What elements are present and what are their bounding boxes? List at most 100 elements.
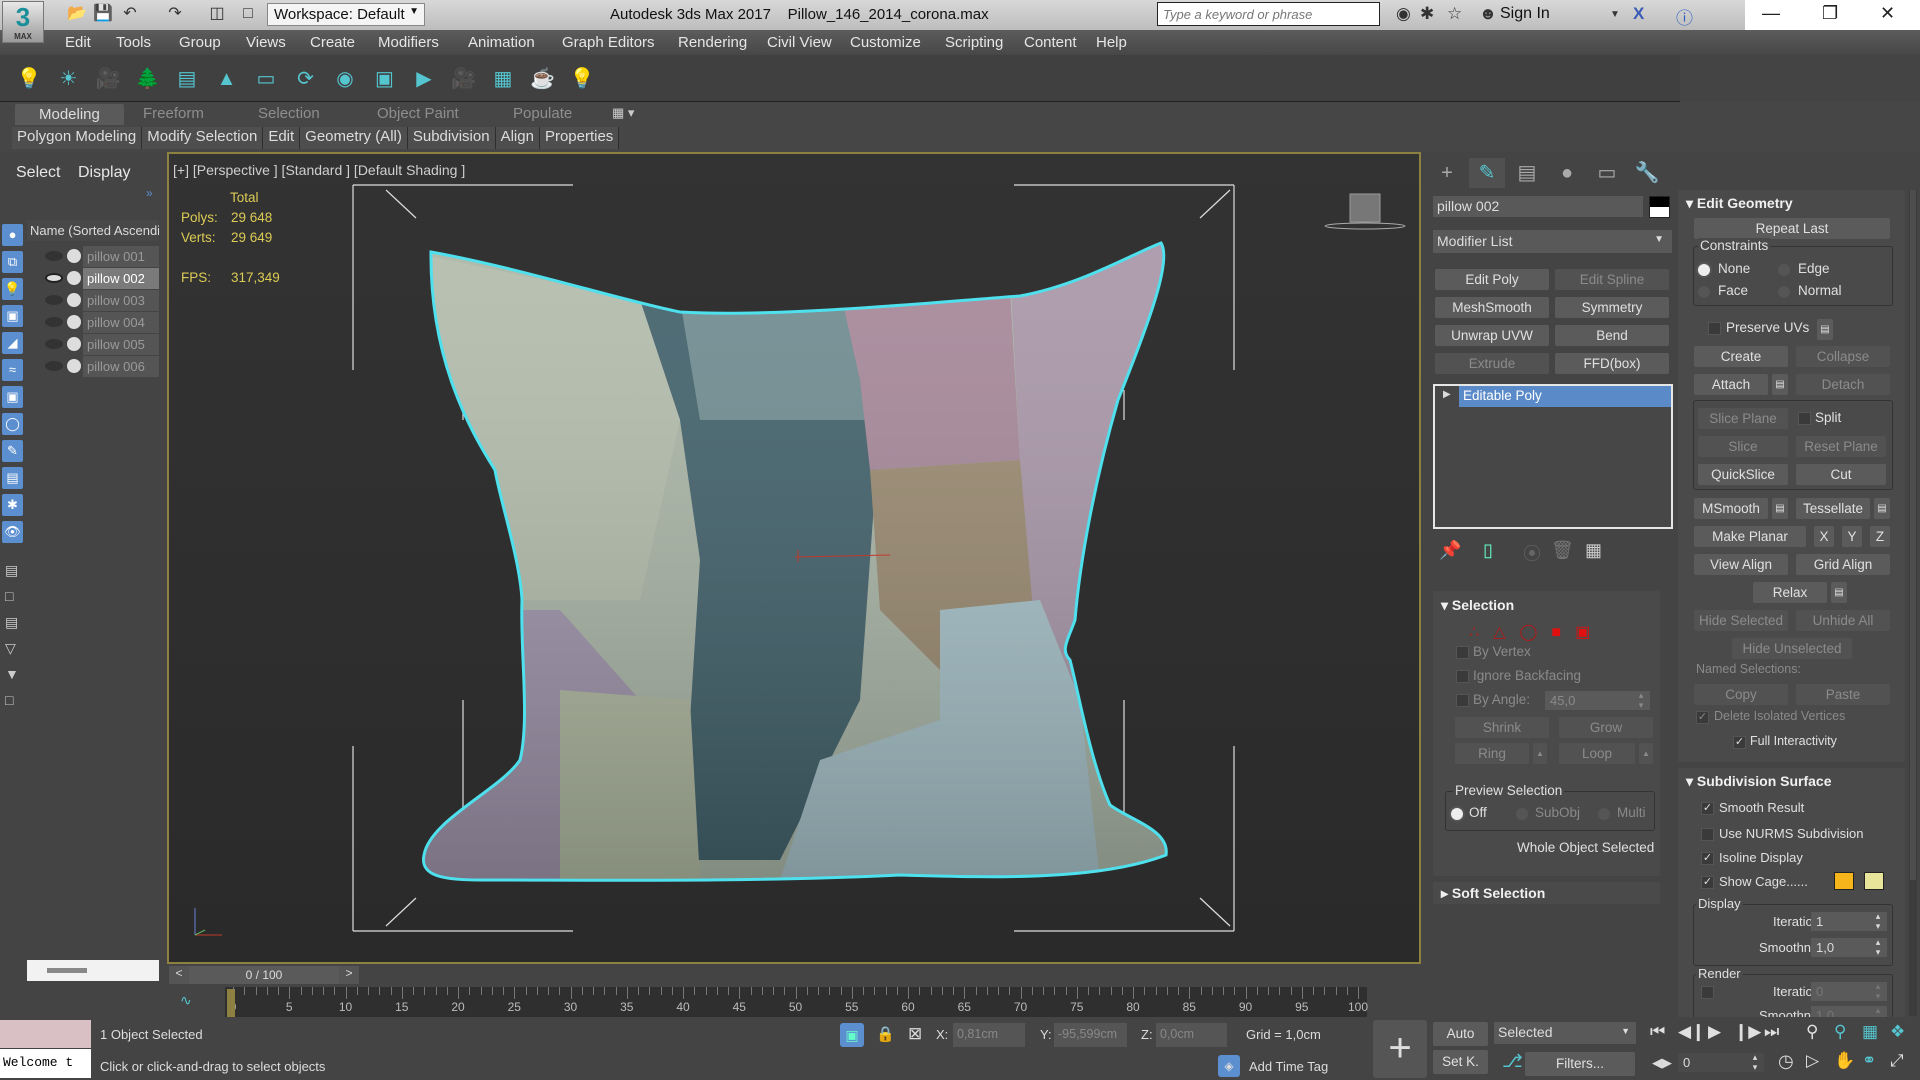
ribbon-tab-selection[interactable]: Selection bbox=[258, 105, 320, 122]
new-file-icon[interactable]: □ bbox=[238, 4, 258, 24]
zoom-extents-all-icon[interactable]: ❖ bbox=[1890, 1022, 1905, 1042]
pin-stack-icon[interactable]: 📌 bbox=[1439, 540, 1461, 561]
ribbon-panel-edit[interactable]: Edit bbox=[263, 127, 301, 149]
expand-arrow-icon[interactable]: ▶ bbox=[1443, 389, 1451, 400]
foliage-icon[interactable]: 🌲 bbox=[135, 66, 161, 92]
isolate-selection-icon[interactable]: ▣ bbox=[840, 1023, 864, 1047]
relax-button[interactable]: Relax bbox=[1753, 582, 1827, 603]
view-align-button[interactable]: View Align bbox=[1694, 554, 1788, 575]
menu-group[interactable]: Group bbox=[179, 34, 221, 51]
make-planar-y-button[interactable]: Y bbox=[1842, 526, 1862, 547]
copy-button[interactable]: Copy bbox=[1694, 684, 1788, 705]
open-icon[interactable]: 📂 bbox=[67, 4, 87, 24]
unhide-all-button[interactable]: Unhide All bbox=[1796, 610, 1890, 631]
object-color-swatch[interactable] bbox=[1649, 196, 1670, 218]
quickslice-button[interactable]: QuickSlice bbox=[1698, 464, 1788, 485]
time-config-icon[interactable]: ◷ bbox=[1778, 1051, 1794, 1072]
next-frame-button[interactable]: > bbox=[339, 966, 359, 984]
spacewarps-filter-icon[interactable]: ≈ bbox=[2, 359, 23, 381]
freeze-toggle-icon[interactable] bbox=[67, 293, 81, 307]
selection-set-dropdown[interactable]: Selected ▼ bbox=[1494, 1022, 1636, 1044]
set-key-button[interactable]: Set K. bbox=[1433, 1050, 1488, 1074]
modifier-button-unwrap-uvw[interactable]: Unwrap UVW bbox=[1435, 325, 1549, 346]
object-name-field[interactable]: pillow 002 bbox=[1433, 196, 1643, 217]
delete-isolated-checkbox[interactable]: ✓ bbox=[1696, 711, 1709, 724]
hide-unselected-button[interactable]: Hide Unselected bbox=[1732, 638, 1852, 659]
ribbon-panel-properties[interactable]: Properties bbox=[539, 127, 620, 149]
field-of-view-icon[interactable]: ▷ bbox=[1806, 1051, 1819, 1071]
auto-key-button[interactable]: Auto bbox=[1433, 1022, 1488, 1046]
menu-content[interactable]: Content bbox=[1024, 34, 1077, 51]
visibility-eye-icon[interactable] bbox=[45, 295, 63, 305]
slice-button[interactable]: Slice bbox=[1698, 436, 1788, 457]
grid-align-button[interactable]: Grid Align bbox=[1796, 554, 1890, 575]
scene-item[interactable]: pillow 001 bbox=[27, 246, 159, 267]
modify-tab-icon[interactable]: ✎ bbox=[1469, 158, 1505, 188]
z-coordinate-field[interactable]: 0,0cm bbox=[1156, 1023, 1227, 1047]
shrink-button[interactable]: Shrink bbox=[1455, 717, 1549, 738]
material-icon[interactable]: ▭ bbox=[253, 66, 279, 92]
msmooth-button[interactable]: MSmooth bbox=[1694, 498, 1768, 519]
panel-icon[interactable]: ▦ bbox=[490, 66, 516, 92]
paste-button[interactable]: Paste bbox=[1796, 684, 1890, 705]
configure-sets-icon[interactable]: ▦ bbox=[1585, 540, 1602, 561]
loop-button[interactable]: Loop bbox=[1559, 743, 1635, 764]
freeze-toggle-icon[interactable] bbox=[67, 249, 81, 263]
make-planar-button[interactable]: Make Planar bbox=[1694, 526, 1806, 547]
render-icon[interactable]: ▶ bbox=[411, 66, 437, 92]
go-to-start-icon[interactable]: ⏮ bbox=[1650, 1022, 1665, 1042]
modifier-list-dropdown[interactable]: Modifier List ▼ bbox=[1433, 230, 1672, 253]
menu-customize[interactable]: Customize bbox=[850, 34, 921, 51]
menu-scripting[interactable]: Scripting bbox=[945, 34, 1003, 51]
scene-item[interactable]: pillow 005 bbox=[27, 334, 159, 355]
ribbon-panel-align[interactable]: Align bbox=[495, 127, 540, 149]
filter-icon[interactable]: ▽ bbox=[5, 640, 16, 657]
table-icon[interactable]: ▤ bbox=[174, 66, 200, 92]
freeze-toggle-icon[interactable] bbox=[67, 271, 81, 285]
modifier-button-meshsmooth[interactable]: MeshSmooth bbox=[1435, 297, 1549, 318]
vertex-icon[interactable]: ∴ bbox=[1469, 624, 1493, 641]
satellite-icon[interactable]: ✱ bbox=[1420, 4, 1434, 24]
chevron-down-icon[interactable]: ▼ bbox=[1610, 9, 1620, 20]
star-icon[interactable]: ☆ bbox=[1447, 4, 1462, 24]
modifier-button-edit-poly[interactable]: Edit Poly bbox=[1435, 269, 1549, 290]
layers-icon[interactable]: □ bbox=[5, 588, 13, 604]
ribbon-tab-populate[interactable]: Populate bbox=[513, 105, 572, 122]
menu-modifiers[interactable]: Modifiers bbox=[378, 34, 439, 51]
utilities-tab-icon[interactable]: 🔧 bbox=[1629, 158, 1665, 188]
cut-button[interactable]: Cut bbox=[1796, 464, 1886, 485]
particles-filter-icon[interactable]: ✱ bbox=[2, 494, 23, 516]
menu-help[interactable]: Help bbox=[1096, 34, 1127, 51]
modifier-button-extrude[interactable]: Extrude bbox=[1435, 353, 1549, 374]
hidden-filter-icon[interactable]: 👁 bbox=[2, 521, 23, 543]
help-icon[interactable]: ⓘ bbox=[1676, 4, 1693, 29]
freeze-toggle-icon[interactable] bbox=[67, 359, 81, 373]
project-icon[interactable]: ◫ bbox=[207, 4, 227, 24]
freeze-toggle-icon[interactable] bbox=[67, 337, 81, 351]
user-icon[interactable]: ☻ bbox=[1479, 4, 1497, 24]
set-key-big-button[interactable]: + bbox=[1373, 1020, 1427, 1078]
border-icon[interactable]: ◯ bbox=[1520, 624, 1552, 641]
detach-button[interactable]: Detach bbox=[1796, 374, 1890, 395]
maxscript-listener-mini[interactable] bbox=[0, 1020, 91, 1048]
pan-icon[interactable]: ✋ bbox=[1834, 1051, 1855, 1071]
tessellate-settings-icon[interactable]: ▤ bbox=[1874, 498, 1890, 519]
selection-rollout-header[interactable]: ▾ Selection bbox=[1441, 597, 1514, 614]
edit-geometry-header[interactable]: ▾ Edit Geometry bbox=[1686, 195, 1793, 212]
show-cage-checkbox[interactable]: ✓ bbox=[1701, 876, 1714, 889]
zoom-all-icon[interactable]: ⚲ bbox=[1834, 1022, 1846, 1042]
folder-icon[interactable]: □ bbox=[5, 692, 13, 708]
hierarchy-tab-icon[interactable]: ▤ bbox=[1509, 158, 1545, 188]
motion-tab-icon[interactable]: ● bbox=[1549, 158, 1585, 188]
smoothness-spinner[interactable]: 1,0 bbox=[1811, 938, 1887, 958]
explorer-selector[interactable] bbox=[27, 960, 159, 981]
viewcube-icon[interactable] bbox=[1324, 193, 1406, 230]
command-panel-scrollbar[interactable] bbox=[1909, 190, 1917, 1016]
visibility-eye-icon[interactable] bbox=[45, 251, 63, 261]
remove-modifier-icon[interactable]: 🗑 bbox=[1551, 540, 1574, 561]
helpers-filter-icon[interactable]: ◢ bbox=[2, 332, 23, 354]
slider-handle[interactable] bbox=[47, 968, 87, 973]
containers-filter-icon[interactable]: ▤ bbox=[2, 467, 23, 489]
filters-button[interactable]: Filters... bbox=[1525, 1052, 1635, 1076]
light-bulb-icon[interactable]: 💡 bbox=[569, 66, 595, 92]
